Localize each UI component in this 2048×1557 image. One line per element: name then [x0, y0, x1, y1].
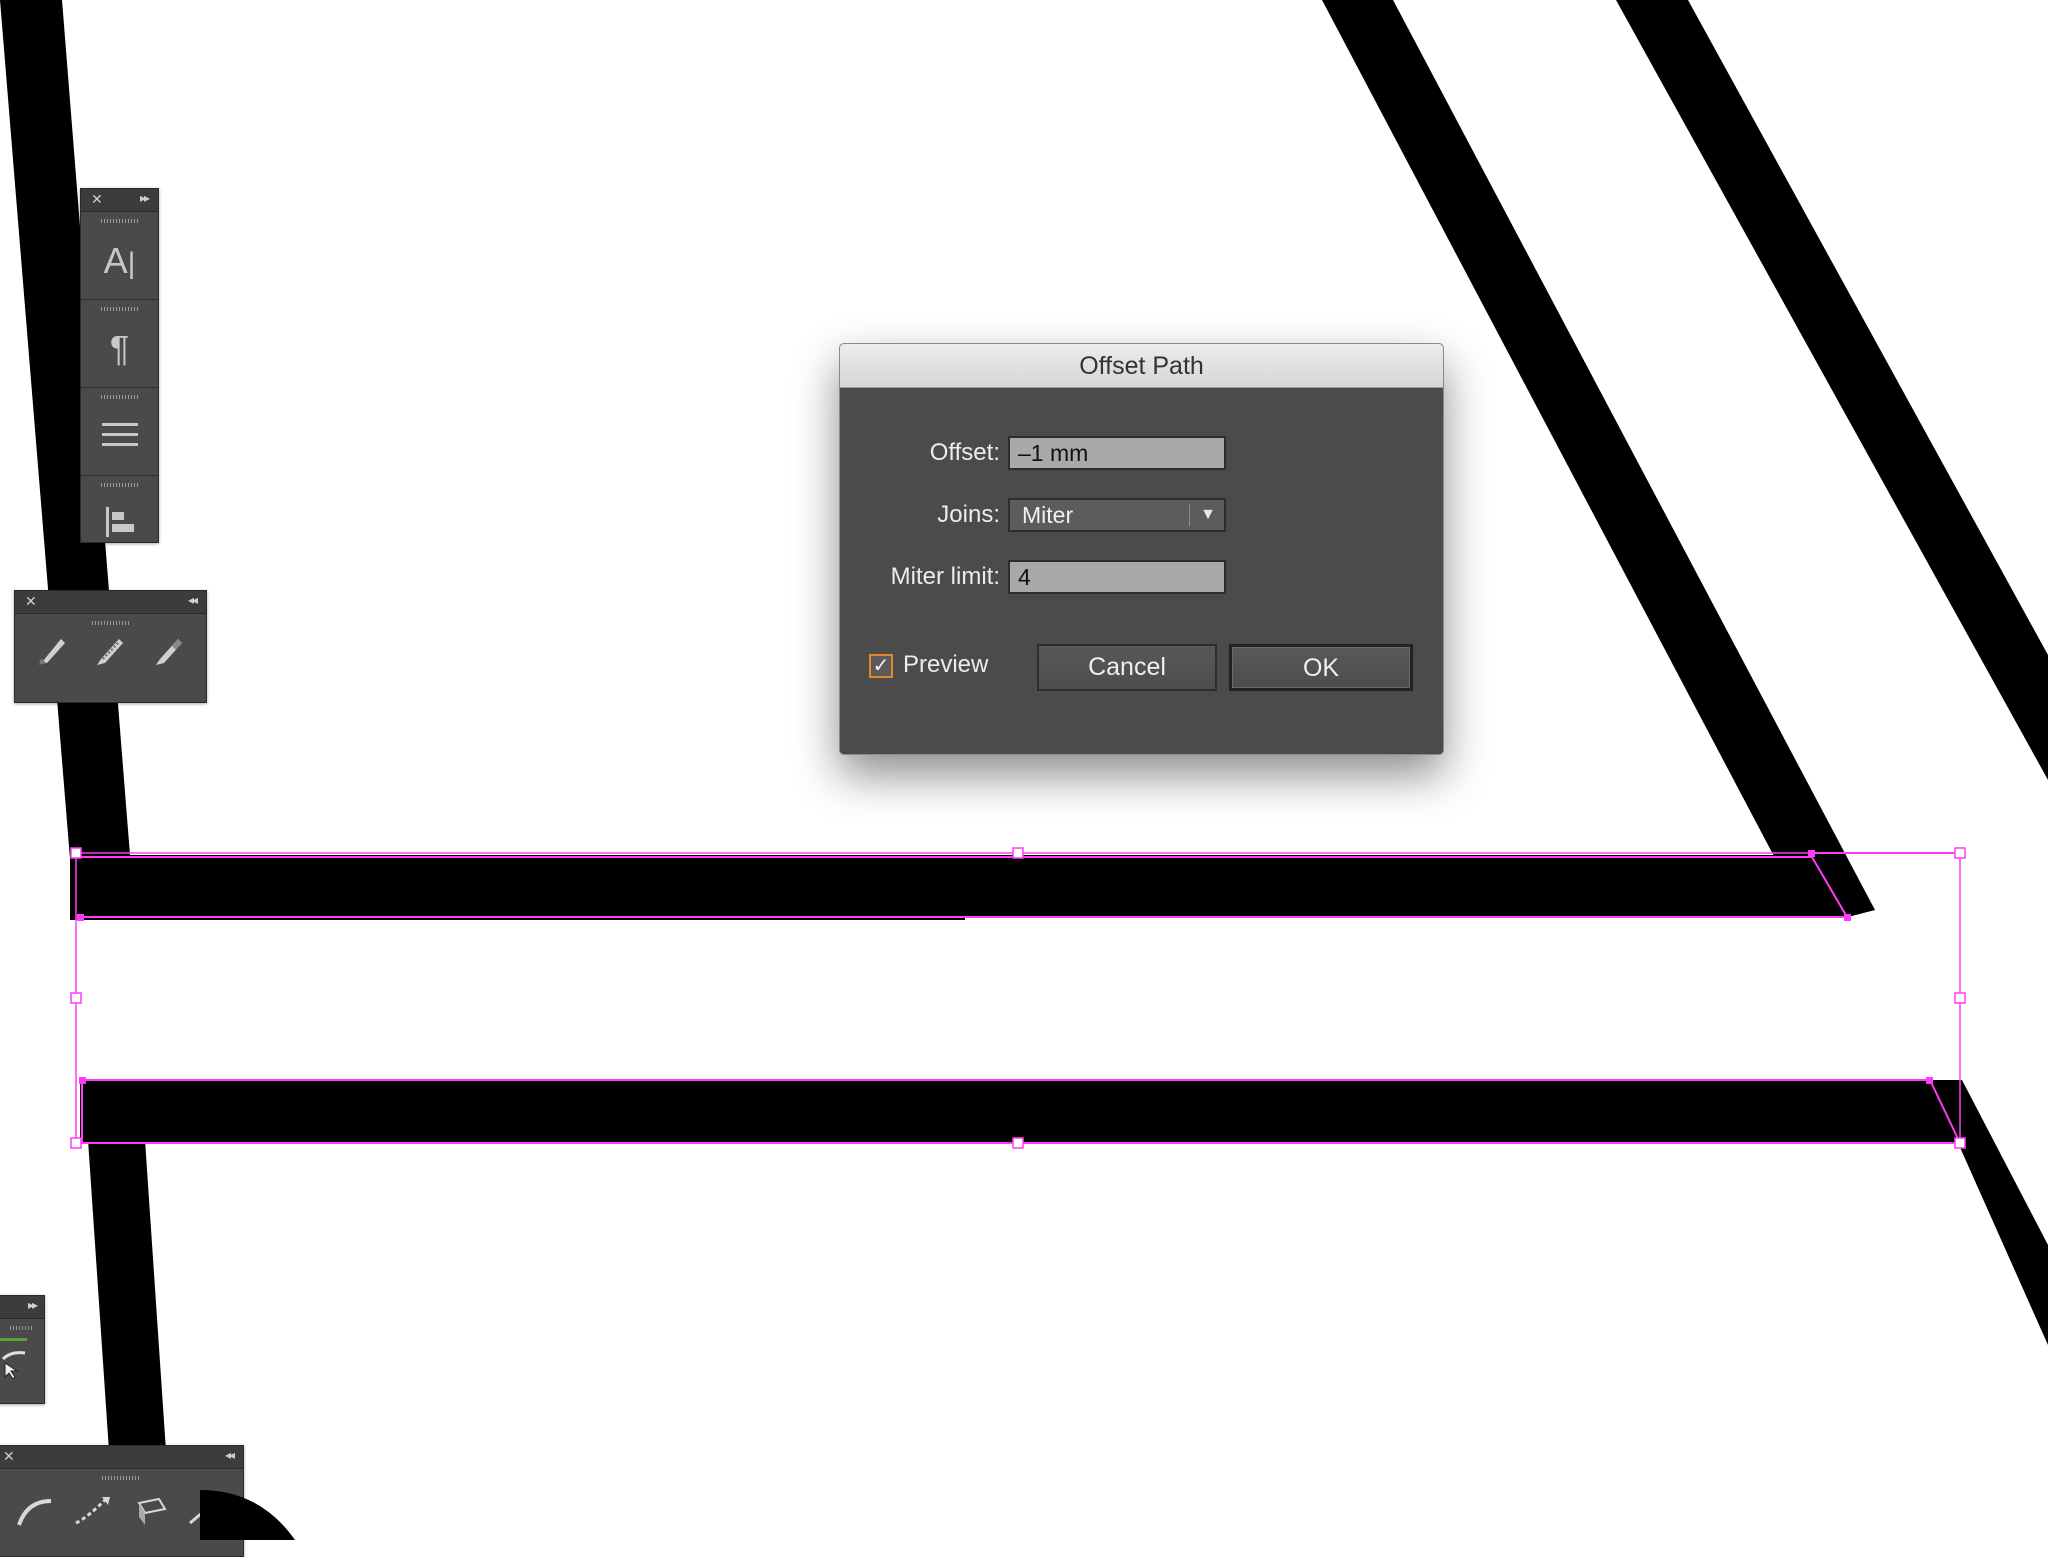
- close-icon[interactable]: ✕: [3, 1448, 15, 1465]
- offset-row: Offset: –1 mm: [840, 434, 1443, 472]
- collapse-icon[interactable]: ◂◂: [225, 1448, 235, 1462]
- symbol-sprayer-icon[interactable]: [1, 1345, 44, 1384]
- pencil-tools-row: [15, 625, 206, 671]
- dropdown-separator: [1189, 504, 1190, 526]
- joins-dropdown[interactable]: Miter ▼: [1008, 498, 1226, 532]
- collapse-icon[interactable]: ◂◂: [188, 593, 198, 607]
- chevron-down-icon[interactable]: ▼: [1200, 500, 1216, 530]
- offset-label: Offset:: [929, 439, 1000, 466]
- symbol-tools-panel: ▸▸: [0, 1295, 45, 1404]
- grip-handle[interactable]: [9, 1326, 34, 1330]
- panel-header[interactable]: ▸▸: [0, 1296, 44, 1319]
- warp-tool-icon[interactable]: [72, 1490, 114, 1532]
- dialog-title[interactable]: Offset Path: [840, 344, 1443, 388]
- grip-handle[interactable]: [100, 483, 139, 487]
- artboard-canvas[interactable]: [0, 0, 2048, 1540]
- expand-icon[interactable]: ▸▸: [140, 191, 150, 205]
- preview-label[interactable]: Preview: [903, 650, 988, 680]
- pencil-tools-panel: ✕ ◂◂: [14, 590, 207, 703]
- panel-header[interactable]: ✕ ◂◂: [0, 1446, 243, 1469]
- miter-limit-field[interactable]: 4: [1008, 560, 1226, 594]
- character-cell[interactable]: A|: [81, 219, 158, 300]
- width-tool-icon[interactable]: [15, 1490, 57, 1532]
- grip-handle[interactable]: [100, 219, 139, 223]
- grip-handle[interactable]: [100, 395, 139, 399]
- joins-row: Joins: Miter ▼: [840, 496, 1443, 534]
- expand-icon[interactable]: ▸▸: [28, 1298, 38, 1312]
- canvas-shape-fragment: [200, 1490, 295, 1540]
- ok-button[interactable]: OK: [1229, 644, 1413, 691]
- close-icon[interactable]: ✕: [25, 593, 37, 610]
- type-panel: ✕ ▸▸ A| ¶: [80, 188, 159, 543]
- selected-bar-bottom[interactable]: [80, 1080, 1960, 1142]
- align-objects-cell[interactable]: [81, 483, 158, 563]
- character-icon[interactable]: A|: [81, 241, 158, 284]
- joins-label: Joins:: [937, 501, 1000, 528]
- align-lines-cell[interactable]: [81, 395, 158, 476]
- align-lines-icon[interactable]: [81, 417, 158, 457]
- paragraph-cell[interactable]: ¶: [81, 307, 158, 388]
- close-icon[interactable]: ✕: [91, 191, 103, 208]
- brush-icon[interactable]: [89, 629, 131, 671]
- preview-checkbox[interactable]: ✓: [869, 654, 893, 678]
- joins-selected-value: Miter: [1022, 502, 1074, 528]
- panel-header[interactable]: ✕ ◂◂: [15, 591, 206, 614]
- offset-field[interactable]: –1 mm: [1008, 436, 1226, 470]
- perspective-grid-icon[interactable]: [129, 1490, 171, 1532]
- pencil-icon[interactable]: [31, 629, 73, 671]
- eraser-icon[interactable]: [148, 629, 190, 671]
- offset-path-dialog: Offset Path Offset: –1 mm Joins: Miter ▼…: [839, 343, 1444, 755]
- miter-limit-row: Miter limit: 4: [840, 558, 1443, 596]
- paragraph-icon[interactable]: ¶: [81, 329, 158, 369]
- green-indicator: [0, 1338, 27, 1341]
- grip-handle[interactable]: [100, 307, 139, 311]
- miter-limit-label: Miter limit:: [890, 563, 1000, 590]
- align-objects-icon[interactable]: [81, 505, 158, 545]
- cancel-button[interactable]: Cancel: [1037, 644, 1217, 691]
- panel-header[interactable]: ✕ ▸▸: [81, 189, 158, 212]
- character-glyph: A: [103, 240, 128, 281]
- selected-bar-top[interactable]: [70, 855, 1875, 920]
